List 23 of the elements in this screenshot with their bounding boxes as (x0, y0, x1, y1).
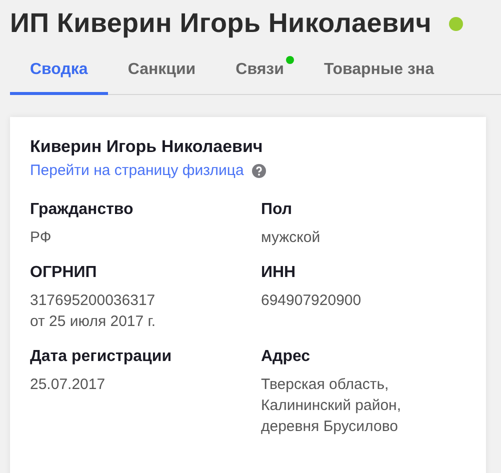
field-value: от 25 июля 2017 г. (30, 312, 157, 332)
field-value: 694907920900 (261, 291, 362, 311)
tab[interactable]: Связи (216, 51, 304, 95)
field-value: 317695200036317 (30, 291, 156, 311)
tab[interactable]: Товарные зна (304, 51, 454, 95)
field-label: Пол (261, 201, 294, 219)
field-label: Дата регистрации (30, 348, 173, 366)
profile-link[interactable]: Перейти на страницу физлица (30, 162, 244, 179)
tab[interactable]: Санкции (108, 51, 216, 95)
field-label: ОГРНИП (30, 264, 98, 282)
field-value: 25.07.2017 (30, 375, 106, 395)
help-icon[interactable] (252, 164, 266, 178)
field-label: Адрес (261, 348, 312, 366)
field-value: Тверская область, (261, 375, 390, 395)
tab[interactable]: Сводка (10, 51, 108, 95)
field-value: Калининский район, (261, 396, 402, 416)
field-label: Гражданство (30, 201, 134, 219)
field-label: ИНН (261, 264, 297, 282)
person-name: Киверин Игорь Николаевич (30, 137, 264, 157)
page-title: ИП Киверин Игорь Николаевич (10, 8, 432, 39)
field-value: мужской (261, 228, 322, 248)
field-value: РФ (30, 228, 52, 248)
field-value: деревня Брусилово (261, 417, 399, 437)
